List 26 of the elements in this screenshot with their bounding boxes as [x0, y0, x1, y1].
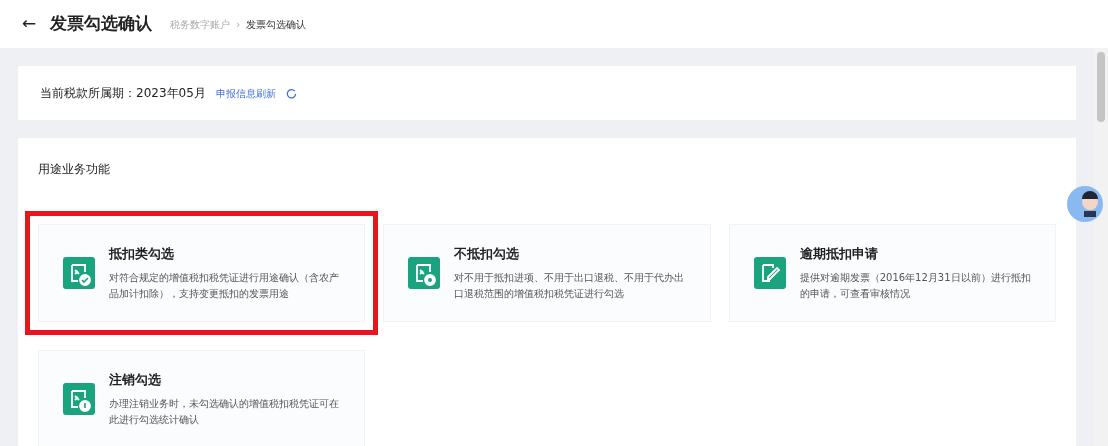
- section-title: 用途业务功能: [38, 161, 111, 178]
- tax-period: 当前税款所属期：2023年05月: [40, 85, 206, 102]
- function-card[interactable]: 不抵扣勾选 对不用于抵扣进项、不用于出口退税、不用于代办出口退税范围的增值税扣税凭证进行勾选: [383, 224, 711, 322]
- document-icon: [753, 257, 786, 289]
- refresh-link[interactable]: 申报信息刷新: [215, 85, 276, 101]
- refresh-icon[interactable]: [285, 87, 297, 99]
- function-card[interactable]: 抵扣类勾选 对符合规定的增值税扣税凭证进行用途确认（含农产品加计扣除），支持变更抵扣的发票用途: [38, 224, 366, 322]
- card-description: 对不用于抵扣进项、不用于出口退税、不用于代办出口退税范围的增值税扣税凭证进行勾选: [454, 270, 686, 301]
- scrollbar[interactable]: [1094, 48, 1108, 446]
- card-description: 提供对逾期发票（2016年12月31日以前）进行抵扣的申请，可查看审核情况: [799, 270, 1032, 301]
- breadcrumb-separator: ›: [236, 17, 241, 32]
- assistant-avatar[interactable]: [1066, 185, 1104, 223]
- card-description: 办理注销业务时，未勾选确认的增值税扣税凭证可在此进行勾选统计确认: [109, 396, 340, 427]
- card-title: 注销勾选: [109, 371, 162, 390]
- document-icon: [63, 383, 95, 415]
- document-icon: [408, 257, 441, 289]
- function-card[interactable]: 注销勾选 办理注销业务时，未勾选确认的增值税扣税凭证可在此进行勾选统计确认: [38, 350, 366, 446]
- card-title: 抵扣类勾选: [109, 245, 175, 264]
- document-icon: [63, 257, 95, 289]
- breadcrumb-item: 发票勾选确认: [246, 17, 307, 32]
- card-title: 不抵扣勾选: [454, 245, 521, 264]
- function-card[interactable]: 逾期抵扣申请 提供对逾期发票（2016年12月31日以前）进行抵扣的申请，可查看审核情况: [728, 224, 1056, 322]
- page-title: 发票勾选确认: [50, 12, 153, 36]
- back-button[interactable]: ←: [22, 11, 37, 37]
- card-description: 对符合规定的增值税扣税凭证进行用途确认（含农产品加计扣除），支持变更抵扣的发票用途: [109, 270, 340, 301]
- card-title: 逾期抵扣申请: [799, 245, 879, 264]
